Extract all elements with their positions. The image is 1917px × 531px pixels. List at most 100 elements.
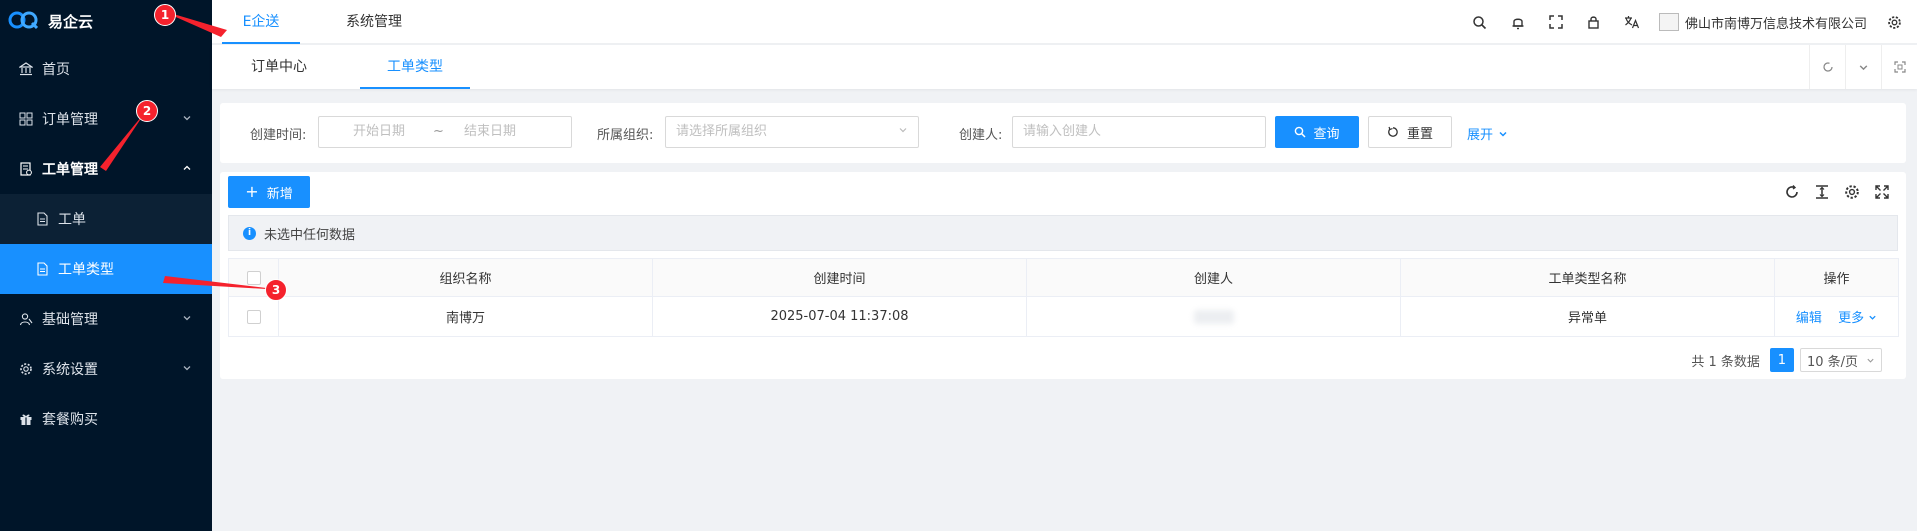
- more-label: 更多: [1838, 311, 1865, 326]
- annotation-badge-1: 1: [154, 4, 176, 26]
- row-checkbox[interactable]: [246, 309, 261, 324]
- column-header[interactable]: 组织名称: [278, 258, 653, 297]
- sidebar-item-label: 基础管理: [42, 312, 98, 328]
- expand-label: 展开: [1467, 128, 1494, 143]
- start-date-input[interactable]: 开始日期: [353, 117, 405, 147]
- sidebar-item-home[interactable]: 首页: [0, 44, 212, 94]
- chevron-down-icon: [182, 361, 192, 377]
- sidebar: 易企云 首页 订单管理 工单管理 工单 工单类型 基础管理 系统设置 套餐购买: [0, 0, 212, 531]
- column-header[interactable]: 工单类型名称: [1400, 258, 1775, 297]
- org-select-placeholder: 请选择所属组织: [676, 124, 768, 139]
- info-icon: i: [243, 226, 256, 240]
- plus-icon: +: [245, 182, 259, 201]
- company-profile[interactable]: 佛山市南博万信息技术有限公司: [1658, 13, 1867, 32]
- sidebar-item-workorders[interactable]: 工单管理: [0, 144, 212, 194]
- sidebar-item-workorder-type[interactable]: 工单类型: [0, 244, 212, 294]
- column-height-icon[interactable]: [1814, 184, 1830, 200]
- app-name: 易企云: [48, 12, 94, 31]
- settings-icon[interactable]: [1844, 184, 1860, 200]
- add-button[interactable]: + 新增: [228, 176, 310, 208]
- chevron-down-icon: [1498, 129, 1508, 139]
- pagination: 共 1 条数据 1 10 条/页: [1691, 348, 1882, 372]
- end-date-input[interactable]: 结束日期: [464, 117, 516, 147]
- actions-cell: 编辑 更多: [1774, 296, 1899, 337]
- chevron-up-icon: [182, 161, 192, 177]
- reset-button[interactable]: 重置: [1368, 116, 1452, 148]
- sidebar-item-package[interactable]: 套餐购买: [0, 394, 212, 444]
- tab-workorder-type[interactable]: 工单类型: [360, 45, 470, 89]
- gift-icon: [18, 411, 34, 427]
- chevron-down-icon: [898, 117, 908, 147]
- sidebar-item-settings[interactable]: 系统设置: [0, 344, 212, 394]
- creator-input[interactable]: 请输入创建人: [1012, 116, 1266, 148]
- fullscreen-icon[interactable]: [1547, 13, 1565, 31]
- org-name-cell: 南博万: [278, 296, 653, 337]
- more-link[interactable]: 更多: [1838, 311, 1877, 326]
- bell-icon[interactable]: [1509, 13, 1527, 31]
- sidebar-item-label: 首页: [42, 62, 70, 78]
- table-row: 南博万 2025-07-04 11:37:08 异常单 编辑 更多: [228, 296, 1899, 337]
- workorders-submenu: 工单 工单类型: [0, 194, 212, 294]
- refresh-icon[interactable]: [1809, 45, 1845, 89]
- date-range-picker[interactable]: 开始日期 ~ 结束日期: [318, 116, 572, 148]
- sidebar-item-label: 订单管理: [42, 112, 98, 128]
- search-icon[interactable]: [1471, 13, 1489, 31]
- reset-icon: [1387, 126, 1399, 138]
- sidebar-item-label: 工单类型: [58, 262, 114, 278]
- file-icon: [34, 211, 50, 227]
- sidebar-item-workorder[interactable]: 工单: [0, 194, 212, 244]
- select-all-checkbox[interactable]: [246, 270, 261, 285]
- sidebar-item-basic[interactable]: 基础管理: [0, 294, 212, 344]
- lock-icon[interactable]: [1585, 13, 1603, 31]
- tab-system-management[interactable]: 系统管理: [334, 0, 414, 44]
- sidebar-item-label: 套餐购买: [42, 412, 98, 428]
- fullscreen-icon[interactable]: [1874, 184, 1890, 200]
- sidebar-item-label: 系统设置: [42, 362, 98, 378]
- gear-icon: [18, 361, 34, 377]
- org-label: 所属组织:: [597, 128, 654, 143]
- view-tabs-bar: 订单中心 工单类型: [212, 45, 1917, 89]
- chevron-down-icon: [182, 111, 192, 127]
- page-size-value: 10 条/页: [1806, 354, 1858, 370]
- chevron-down-icon: [1866, 356, 1875, 365]
- selection-info-text: 未选中任何数据: [264, 227, 356, 243]
- created-time-label: 创建时间:: [250, 128, 307, 143]
- chevron-down-icon: [182, 311, 192, 327]
- table-header-row: 组织名称 创建时间 创建人 工单类型名称 操作: [228, 258, 1899, 297]
- column-header[interactable]: 创建人: [1026, 258, 1401, 297]
- document-icon: [18, 161, 34, 177]
- table-toolbar: [1770, 184, 1890, 200]
- maximize-icon[interactable]: [1881, 45, 1917, 89]
- sidebar-item-orders[interactable]: 订单管理: [0, 94, 212, 144]
- app-logo[interactable]: 易企云: [0, 0, 212, 42]
- edit-link[interactable]: 编辑: [1796, 311, 1822, 326]
- expand-toggle[interactable]: 展开: [1467, 124, 1508, 143]
- page-size-select[interactable]: 10 条/页: [1799, 348, 1882, 372]
- avatar: [1658, 13, 1679, 31]
- annotation-badge-2: 2: [136, 100, 158, 122]
- redacted-creator: [1193, 309, 1234, 324]
- bank-icon: [18, 61, 34, 77]
- creator-cell: [1026, 296, 1401, 337]
- tab-order-center[interactable]: 订单中心: [224, 45, 334, 89]
- query-button[interactable]: 查询: [1275, 116, 1359, 148]
- reset-button-label: 重置: [1406, 126, 1433, 142]
- org-select[interactable]: 请选择所属组织: [665, 116, 919, 148]
- table-panel: + 新增 i 未选中任何数据 组织名称 创建时间 创建人 工单类型名称 操作 南…: [220, 172, 1906, 379]
- chevron-down-icon: [1868, 311, 1877, 326]
- top-header: E企送 系统管理 佛山市南博万信息技术有限公司: [212, 0, 1917, 44]
- chevron-down-icon[interactable]: [1845, 45, 1881, 89]
- refresh-icon[interactable]: [1784, 184, 1800, 200]
- column-header[interactable]: 创建时间: [652, 258, 1027, 297]
- settings-icon[interactable]: [1885, 13, 1903, 31]
- grid-icon: [18, 111, 34, 127]
- translate-icon[interactable]: [1623, 13, 1641, 31]
- date-range-separator: ~: [433, 124, 444, 139]
- page-number-current[interactable]: 1: [1769, 348, 1794, 372]
- created-time-cell: 2025-07-04 11:37:08: [652, 296, 1027, 337]
- file-icon: [34, 261, 50, 277]
- logo-icon: [8, 10, 40, 32]
- tab-e-qisong[interactable]: E企送: [222, 0, 300, 44]
- type-name-cell: 异常单: [1400, 296, 1775, 337]
- annotation-badge-3: 3: [265, 279, 287, 301]
